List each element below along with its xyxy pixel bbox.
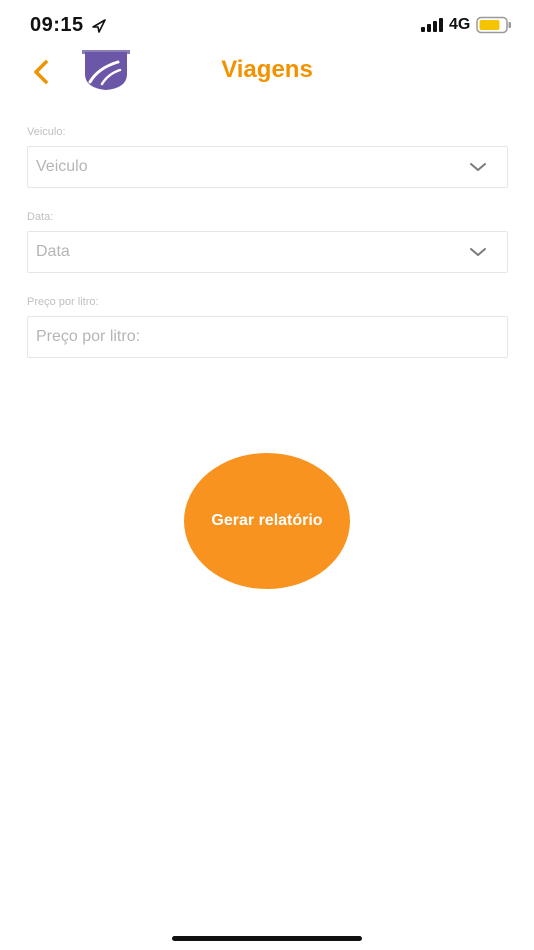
status-time: 09:15 (30, 14, 84, 36)
home-indicator (172, 936, 362, 941)
price-per-liter-input[interactable] (28, 317, 507, 357)
price-field-box (27, 316, 508, 358)
vehicle-select-value: Veiculo (36, 158, 88, 175)
status-bar: 09:15 4G (0, 0, 534, 48)
date-select[interactable]: Data (27, 231, 508, 273)
screen: 09:15 4G Viagens Veiculo: Veiculo Data: … (0, 0, 534, 950)
page-title: Viagens (221, 56, 313, 83)
date-select-value: Data (36, 243, 70, 260)
signal-icon (421, 18, 443, 32)
vehicle-select[interactable]: Veiculo (27, 146, 508, 188)
generate-report-label: Gerar relatório (211, 512, 323, 529)
chevron-down-icon (470, 163, 486, 171)
date-label: Data: (27, 211, 54, 223)
chevron-down-icon (470, 248, 486, 256)
header: Viagens (0, 48, 534, 96)
generate-report-button[interactable]: Gerar relatório (184, 453, 350, 589)
network-label: 4G (449, 16, 471, 33)
location-arrow-icon (92, 19, 106, 33)
price-label: Preço por litro: (27, 296, 99, 308)
vehicle-label: Veiculo: (27, 126, 66, 138)
battery-icon (476, 16, 511, 34)
